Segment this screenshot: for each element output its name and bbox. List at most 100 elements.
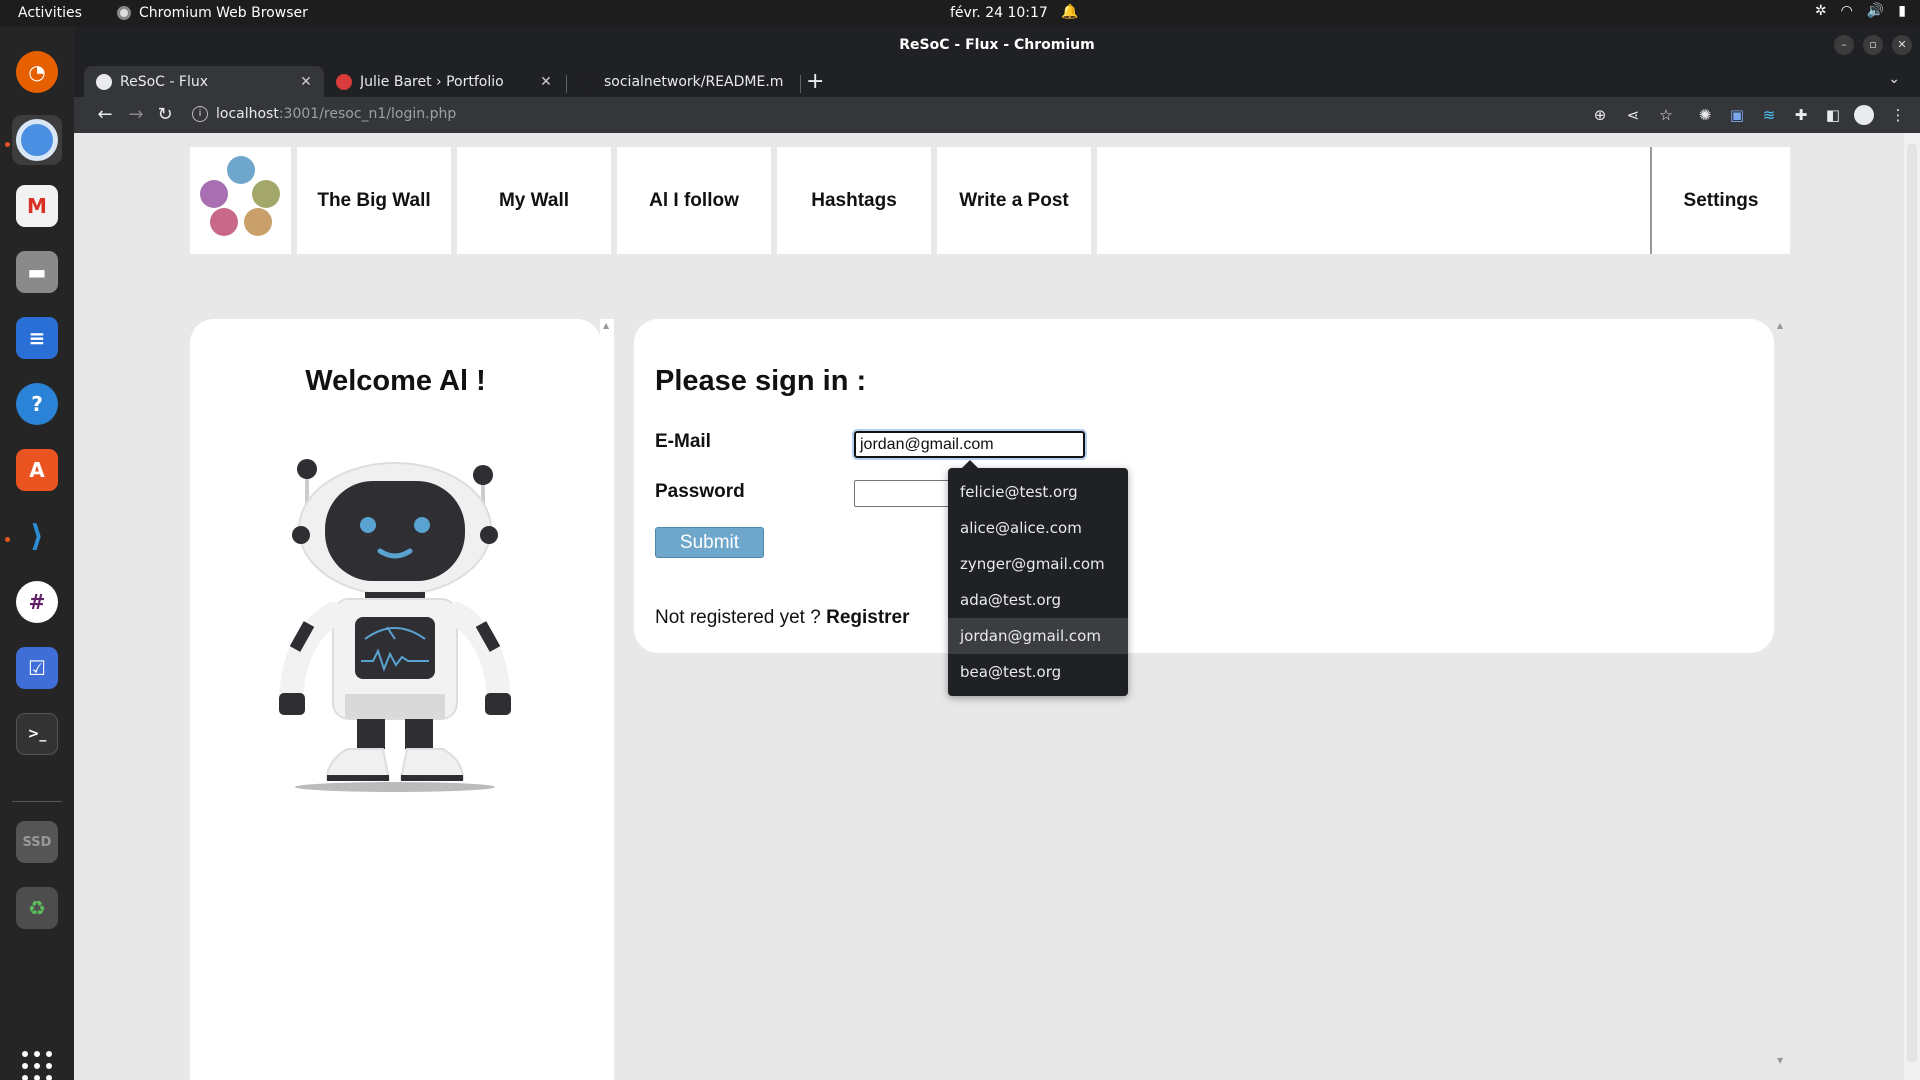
logo-dot-pink [210,208,238,236]
dock-terminal[interactable]: >_ [12,709,62,759]
app-menu[interactable]: Chromium Web Browser [117,5,308,21]
chromium-icon [117,6,131,20]
maximize-icon[interactable]: ▫ [1863,35,1883,55]
email-field[interactable]: jordan@gmail.com [852,429,1087,460]
dock-files[interactable]: ▬ [12,247,62,297]
new-tab-button[interactable]: + [806,69,824,94]
site-navbar: The Big Wall My Wall Al I follow Hashtag… [190,147,1658,254]
slack-icon: # [16,581,58,623]
submit-button[interactable]: Submit [655,527,764,558]
firefox-icon: ◔ [16,51,58,93]
dock-trash[interactable]: ♻ [12,883,62,933]
tab-portfolio[interactable]: Julie Baret › Portfolio ✕ [324,66,564,97]
show-apps-icon[interactable] [22,1051,52,1080]
profile-avatar[interactable] [1854,105,1874,125]
nav-hashtags[interactable]: Hashtags [777,147,931,254]
welcome-card-scrollbar[interactable]: ▲ ▼ [600,319,614,1080]
nav-write-post[interactable]: Write a Post [937,147,1091,254]
minimize-icon[interactable]: – [1834,35,1854,55]
tab-search-icon[interactable]: ⌄ [1888,71,1900,87]
email-autocomplete-dropdown: felicie@test.org alice@alice.com zynger@… [948,460,1128,696]
nav-my-wall[interactable]: My Wall [457,147,611,254]
autocomplete-option[interactable]: ada@test.org [948,582,1128,618]
forward-icon[interactable]: → [125,104,147,125]
trash-icon: ♻ [16,887,58,929]
extension-gear-icon[interactable]: ✺ [1695,106,1715,124]
side-panel-icon[interactable]: ◧ [1823,106,1843,124]
back-icon[interactable]: ← [94,104,116,125]
extension-icon: ✲ [1814,3,1827,19]
tab-label: Julie Baret › Portfolio [360,73,504,90]
tab-label: socialnetwork/README.m [604,73,784,90]
nav-big-wall[interactable]: The Big Wall [297,147,451,254]
dock-ssd[interactable]: SSD [12,817,62,867]
autocomplete-option[interactable]: zynger@gmail.com [948,546,1128,582]
tab-resoc-flux[interactable]: ReSoC - Flux ✕ [84,66,324,97]
tab-close-icon[interactable]: ✕ [536,74,556,90]
dock-slack[interactable]: # [12,577,62,627]
menu-kebab-icon[interactable]: ⋮ [1888,106,1908,124]
dock-firefox[interactable]: ◔ [12,47,62,97]
welcome-heading: Welcome Al ! [305,365,486,397]
page-scrollbar[interactable] [1904,133,1920,1080]
battery-icon: ▮ [1898,3,1906,19]
dock-help[interactable]: ? [12,379,62,429]
autocomplete-option[interactable]: bea@test.org [948,654,1128,690]
dock-writer[interactable]: ≡ [12,313,62,363]
tab-readme[interactable]: socialnetwork/README.m [568,66,800,97]
dock-chromium[interactable] [12,115,62,165]
address-bar[interactable]: localhost:3001/resoc_n1/login.php [216,106,456,122]
browser-toolbar: ← → ↻ i localhost:3001/resoc_n1/login.ph… [74,97,1920,133]
translate-icon[interactable]: ▣ [1727,106,1747,124]
url-host: localhost [216,106,279,122]
clock[interactable]: févr. 24 10:17 [950,5,1048,21]
system-top-bar: Activities Chromium Web Browser févr. 24… [0,0,1920,27]
extensions-puzzle-icon[interactable]: ✚ [1791,106,1811,124]
email-label: E-Mail [655,431,711,452]
site-logo[interactable] [190,147,291,254]
zoom-icon[interactable]: ⊕ [1590,106,1610,124]
url-path: :3001/resoc_n1/login.php [278,106,457,122]
help-icon: ? [16,383,58,425]
autocomplete-option[interactable]: felicie@test.org [948,474,1128,510]
password-label: Password [655,481,745,502]
system-tray[interactable]: ✲ ◠ 🔊 ▮ [1815,3,1906,19]
autocomplete-option-selected[interactable]: jordan@gmail.com [948,618,1128,654]
web-page: The Big Wall My Wall Al I follow Hashtag… [74,133,1920,1080]
reload-icon[interactable]: ↻ [154,104,176,125]
software-icon: A [16,449,58,491]
navbar-spacer [1097,147,1652,254]
dock-software[interactable]: A [12,445,62,495]
files-icon: ▬ [16,251,58,293]
site-info-icon[interactable]: i [192,106,208,122]
nav-following[interactable]: Al I follow [617,147,771,254]
gmail-icon: M [16,185,58,227]
vscode-icon: ⟩ [16,515,58,557]
wifi-icon: ◠ [1840,3,1853,19]
register-prompt: Not registered yet ? Registrer [655,607,910,629]
signin-heading: Please sign in : [655,365,867,397]
extension-icon[interactable]: ≋ [1759,106,1779,124]
activities-button[interactable]: Activities [18,5,82,21]
tab-close-icon[interactable]: ✕ [296,74,316,90]
portfolio-favicon-icon [336,73,352,90]
register-prompt-text: Not registered yet ? [655,607,821,628]
volume-icon: 🔊 [1866,3,1885,19]
share-icon[interactable]: ⋖ [1623,106,1643,124]
chromium-icon [16,119,58,161]
close-icon[interactable]: ✕ [1892,35,1912,55]
dock-vscode[interactable]: ⟩ [12,511,62,561]
dock-gmail[interactable]: M [12,181,62,231]
logo-dot-olive [252,180,280,208]
tab-label: ReSoC - Flux [120,73,208,90]
tab-strip: ReSoC - Flux ✕ Julie Baret › Portfolio ✕… [74,63,1920,97]
bookmark-star-icon[interactable]: ☆ [1656,106,1676,124]
writer-icon: ≡ [16,317,58,359]
signin-card-scrollbar[interactable]: ▲ ▼ [1774,319,1788,1069]
nav-settings[interactable]: Settings [1650,147,1790,254]
register-link[interactable]: Registrer [826,607,909,628]
welcome-card: Welcome Al ! [190,319,601,1080]
autocomplete-option[interactable]: alice@alice.com [948,510,1128,546]
dock-tasks[interactable]: ☑ [12,643,62,693]
page-scrollbar-thumb[interactable] [1907,143,1917,1063]
